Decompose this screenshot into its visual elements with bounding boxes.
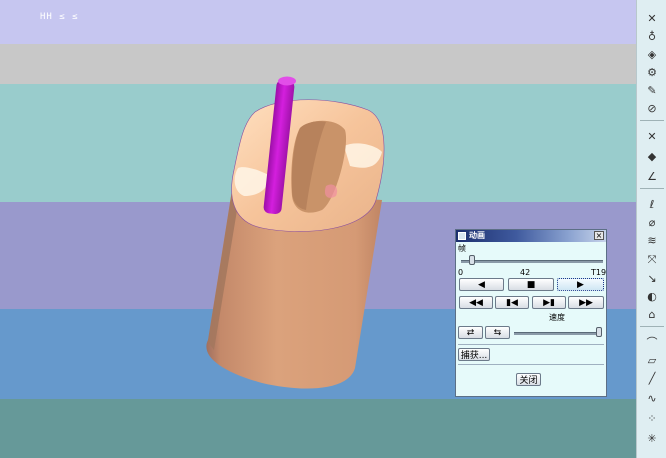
close-button[interactable]: 关闭 (516, 373, 541, 386)
tool-4-icon[interactable]: ⚙ (641, 64, 663, 80)
frame-slider-track[interactable] (461, 260, 603, 263)
toolbar-separator (640, 188, 664, 189)
tool-17-icon[interactable]: ⌒ (641, 334, 663, 350)
animation-dialog: 动画 × 帧 0 42 T19 ◀ ■ ▶ ◀◀ ▮◀ ▶▮ ▶▶ 速度 ⇄ ⇆… (455, 229, 607, 397)
tool-10-icon[interactable]: ℓ (641, 196, 663, 212)
tool-6-icon[interactable]: ⊘ (641, 100, 663, 116)
tool-11-icon[interactable]: ⌀ (641, 214, 663, 230)
frame-min: 0 (458, 268, 464, 277)
to-end-button[interactable]: ▶▮ (532, 296, 566, 309)
dialog-title-bar[interactable]: 动画 × (456, 230, 606, 242)
to-start-button[interactable]: ▮◀ (495, 296, 529, 309)
tool-18-icon[interactable]: ▱ (641, 352, 663, 368)
speed-slider-thumb[interactable] (596, 327, 602, 337)
tool-1-icon[interactable]: ✕ (641, 10, 663, 26)
frame-max: T19 (591, 268, 607, 277)
play-button[interactable]: ▶ (557, 278, 604, 291)
speed-label: 速度 (549, 313, 565, 322)
bounce-button[interactable]: ⇆ (485, 326, 510, 339)
right-toolbar: ✕ ♁ ◈ ⚙ ✎ ⊘ ✕ ◆ ∠ ℓ ⌀ ≋ ⤧ ↘ ◐ ⌂ ⌒ ▱ ╱ ∿ ⁘ ✳ (636, 0, 666, 458)
tool-2-icon[interactable]: ♁ (641, 28, 663, 44)
rewind-button[interactable]: ◀◀ (459, 296, 493, 309)
fast-forward-button[interactable]: ▶▶ (568, 296, 604, 309)
speed-slider-track[interactable] (514, 332, 602, 335)
tool-22-icon[interactable]: ✳ (641, 430, 663, 446)
tool-14-icon[interactable]: ↘ (641, 270, 663, 286)
tool-13-icon[interactable]: ⤧ (641, 252, 663, 268)
tool-12-icon[interactable]: ≋ (641, 232, 663, 248)
frame-slider-thumb[interactable] (469, 255, 476, 265)
frame-label: 帧 (458, 244, 466, 253)
toolbar-separator (640, 326, 664, 327)
toolbar-separator (640, 120, 664, 121)
tool-9-icon[interactable]: ∠ (641, 168, 663, 184)
tool-3-icon[interactable]: ◈ (641, 46, 663, 62)
dialog-close-button[interactable]: × (594, 231, 604, 240)
tool-19-icon[interactable]: ╱ (641, 370, 663, 386)
tool-5-icon[interactable]: ✎ (641, 82, 663, 98)
divider (458, 344, 604, 345)
hole-glow (324, 184, 338, 198)
divider (458, 364, 604, 365)
loop-button[interactable]: ⇄ (458, 326, 483, 339)
tool-21-icon[interactable]: ⁘ (641, 410, 663, 426)
tool-16-icon[interactable]: ⌂ (641, 306, 663, 322)
dialog-title: 动画 (469, 231, 485, 240)
capture-button[interactable]: 捕获... (458, 348, 490, 361)
magenta-pin-top (278, 76, 296, 86)
tool-7-icon[interactable]: ✕ (641, 128, 663, 144)
step-back-button[interactable]: ◀ (459, 278, 504, 291)
frame-current: 42 (520, 268, 531, 277)
tool-20-icon[interactable]: ∿ (641, 390, 663, 406)
tool-8-icon[interactable]: ◆ (641, 148, 663, 164)
stop-button[interactable]: ■ (508, 278, 554, 291)
dialog-icon (458, 232, 466, 240)
tool-15-icon[interactable]: ◐ (641, 288, 663, 304)
